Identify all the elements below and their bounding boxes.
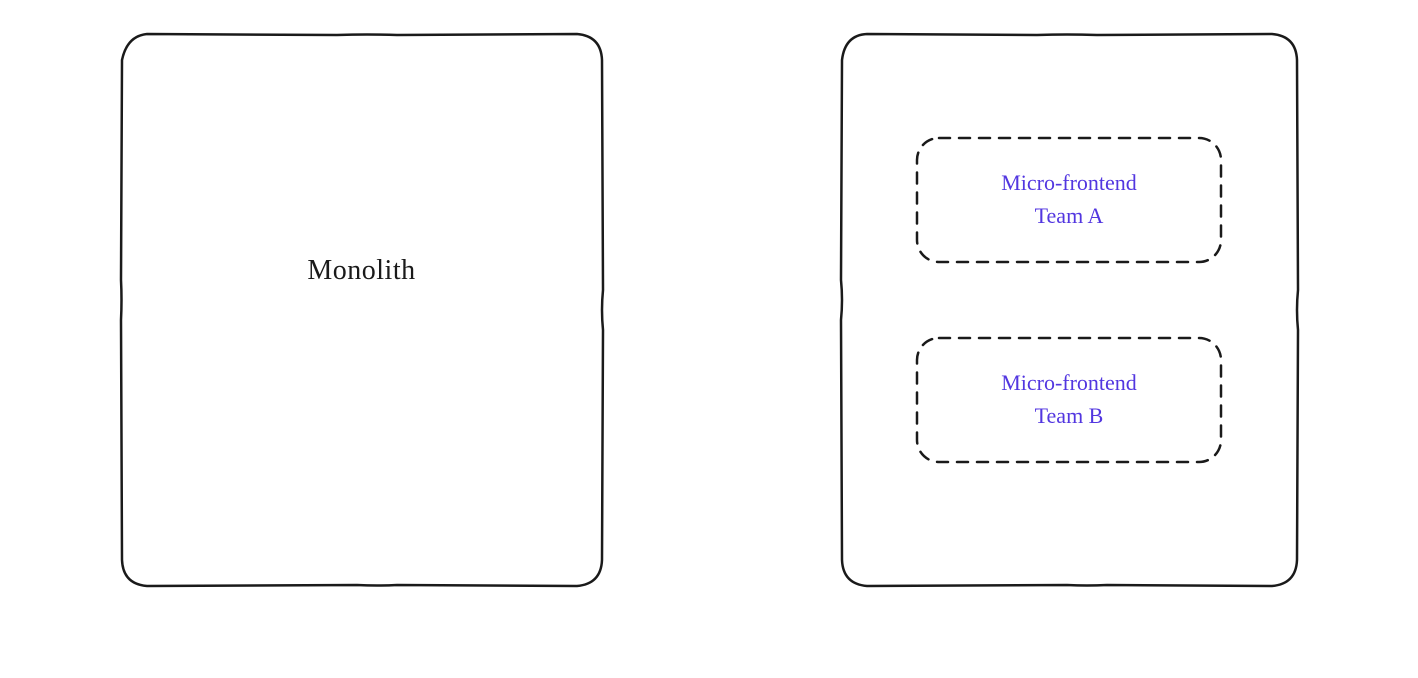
microfrontend-a-label-line2: Team A [1035, 202, 1104, 231]
microfrontend-team-b: Micro-frontend Team B [914, 335, 1224, 465]
monolith-container: Monolith [117, 30, 607, 590]
microfrontend-border [837, 30, 1302, 590]
microfrontend-container: Micro-frontend Team A Micro-frontend Tea… [837, 30, 1302, 590]
microfrontend-b-border [914, 335, 1224, 465]
microfrontend-team-a: Micro-frontend Team A [914, 135, 1224, 265]
monolith-label: Monolith [307, 255, 415, 287]
microfrontend-a-border [914, 135, 1224, 265]
microfrontend-b-label-line2: Team B [1035, 402, 1104, 431]
monolith-border [117, 30, 607, 590]
microfrontend-b-label-line1: Micro-frontend [1001, 369, 1137, 398]
microfrontend-a-label-line1: Micro-frontend [1001, 169, 1137, 198]
